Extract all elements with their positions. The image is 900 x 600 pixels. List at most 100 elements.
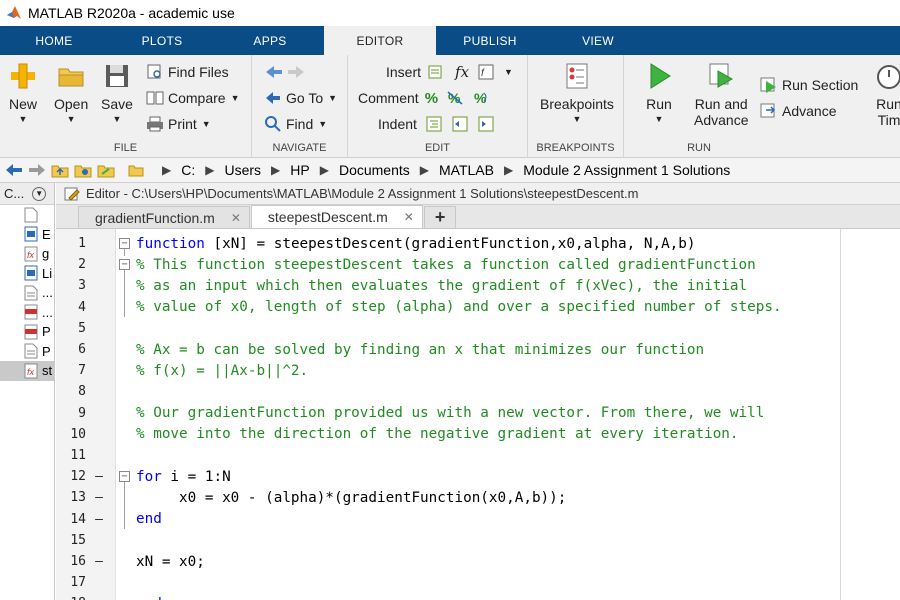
- code-line[interactable]: 1 function [xN] = steepestDescent(gradien…: [56, 233, 900, 254]
- code-line[interactable]: 13– x0 = x0 - (alpha)*(gradientFunction(…: [56, 487, 900, 508]
- list-item[interactable]: fx g: [0, 244, 54, 264]
- insert-button[interactable]: Insert fx f ▼: [386, 61, 513, 83]
- run-and-advance-button[interactable]: Run and Advance: [694, 61, 748, 128]
- list-item[interactable]: E: [0, 225, 54, 245]
- code-line[interactable]: 6 % Ax = b can be solved by finding an x …: [56, 339, 900, 360]
- keyword: for: [136, 468, 162, 485]
- breadcrumb-documents[interactable]: Documents: [339, 162, 410, 178]
- executable-line-marker[interactable]: –: [90, 490, 108, 505]
- breadcrumb-matlab[interactable]: MATLAB: [439, 162, 494, 178]
- tab-apps[interactable]: APPS: [216, 26, 324, 55]
- code-line[interactable]: 11: [56, 445, 900, 466]
- file-tab-gradientfunction[interactable]: gradientFunction.m ✕: [78, 206, 250, 228]
- code-area[interactable]: 1 function [xN] = steepestDescent(gradien…: [56, 229, 900, 600]
- breadcrumb-hp[interactable]: HP: [290, 162, 309, 178]
- executable-line-marker[interactable]: –: [90, 554, 108, 569]
- list-item[interactable]: ...: [0, 303, 54, 323]
- open-button[interactable]: Open ▼: [54, 61, 88, 124]
- line-number: 14: [70, 511, 86, 527]
- print-button[interactable]: Print ▼: [146, 113, 211, 135]
- tab-editor[interactable]: EDITOR: [324, 26, 436, 55]
- browse-search-folder-icon[interactable]: [96, 161, 116, 179]
- panel-menu-chevron-icon[interactable]: ▼: [32, 186, 47, 201]
- executable-line-marker[interactable]: –: [90, 469, 108, 484]
- code-text: xN = x0;: [136, 553, 205, 570]
- blank-file-icon: [24, 207, 38, 223]
- code-line[interactable]: 17: [56, 572, 900, 593]
- forward-arrow-icon[interactable]: [27, 161, 47, 179]
- code-text: end: [136, 596, 162, 600]
- go-to-button[interactable]: Go To ▼: [264, 87, 337, 109]
- find-files-label: Find Files: [168, 64, 229, 80]
- find-files-button[interactable]: Find Files: [146, 61, 229, 83]
- code-fold-toggle-icon[interactable]: −: [119, 471, 130, 483]
- code-fold-toggle-icon[interactable]: −: [119, 259, 130, 271]
- code-line[interactable]: 14– end: [56, 509, 900, 530]
- close-icon[interactable]: ✕: [404, 210, 414, 224]
- list-item-selected[interactable]: fx st: [0, 361, 54, 381]
- tab-publish[interactable]: PUBLISH: [436, 26, 544, 55]
- floppy-save-icon: [105, 65, 128, 87]
- list-item[interactable]: P: [0, 342, 54, 362]
- code-line[interactable]: 4 % value of x0, length of step (alpha) a…: [56, 297, 900, 318]
- code-line[interactable]: 5: [56, 318, 900, 339]
- breadcrumb-users[interactable]: Users: [224, 162, 261, 178]
- close-icon[interactable]: ✕: [231, 211, 241, 225]
- breadcrumb-c[interactable]: C:: [181, 162, 195, 178]
- line-number: 6: [78, 342, 86, 358]
- code-line[interactable]: 8: [56, 381, 900, 402]
- code-line[interactable]: 10 % move into the direction of the negat…: [56, 424, 900, 445]
- breadcrumb-separator-icon: ▶: [319, 163, 329, 177]
- run-section-button[interactable]: Run Section: [760, 74, 858, 96]
- code-line[interactable]: 15: [56, 530, 900, 551]
- insert-label: Insert: [386, 64, 422, 80]
- insert-function-icon: f: [478, 64, 494, 80]
- code-line[interactable]: 9 % Our gradientFunction provided us with…: [56, 403, 900, 424]
- tab-plots[interactable]: PLOTS: [108, 26, 216, 55]
- pdf-file-icon: [24, 324, 38, 340]
- list-item[interactable]: P: [0, 322, 54, 342]
- line-number: 4: [78, 299, 86, 315]
- code-text: x0 = x0 - (alpha)*(gradientFunction(x0,A…: [136, 489, 567, 506]
- up-folder-icon[interactable]: [50, 161, 70, 179]
- tab-home[interactable]: HOME: [0, 26, 108, 55]
- save-button[interactable]: Save ▼: [101, 61, 133, 124]
- code-rest: i = 1:N: [161, 468, 231, 485]
- comment-button[interactable]: Comment % % %: [358, 87, 494, 109]
- compare-button[interactable]: Compare ▼: [146, 87, 240, 109]
- find-button[interactable]: Find ▼: [264, 113, 327, 135]
- breadcrumb-assignment-folder[interactable]: Module 2 Assignment 1 Solutions: [523, 162, 730, 178]
- code-line[interactable]: 3 % as an input which then evaluates the …: [56, 275, 900, 296]
- back-arrow-icon[interactable]: [4, 161, 24, 179]
- code-line[interactable]: 7 % f(x) = ||Ax-b||^2.: [56, 360, 900, 381]
- code-line[interactable]: 12– for i = 1:N: [56, 466, 900, 487]
- list-item[interactable]: [0, 205, 54, 225]
- breakpoints-button[interactable]: Breakpoints ▼: [540, 61, 614, 124]
- code-line[interactable]: 16– xN = x0;: [56, 551, 900, 572]
- stopwatch-icon: [877, 65, 900, 89]
- line-number: 9: [78, 405, 86, 421]
- run-and-time-button[interactable]: Run Tim: [874, 61, 900, 128]
- run-button[interactable]: Run ▼: [644, 61, 674, 124]
- comment-percent-icon[interactable]: %: [425, 90, 438, 107]
- breadcrumb-separator-icon: ▶: [503, 163, 514, 177]
- list-item[interactable]: ...: [0, 283, 54, 303]
- fx-icon[interactable]: fx: [455, 63, 469, 81]
- back-forward-buttons[interactable]: [264, 61, 310, 83]
- edit-group: Insert fx f ▼ Comment % % % Indent EDIT: [348, 55, 528, 158]
- new-tab-button[interactable]: +: [423, 206, 457, 228]
- indent-button[interactable]: Indent: [378, 113, 499, 135]
- advance-button[interactable]: Advance: [760, 100, 836, 122]
- function-file-icon: fx: [24, 363, 38, 379]
- new-button[interactable]: New ▼: [8, 61, 38, 124]
- browse-folder-icon[interactable]: [73, 161, 93, 179]
- code-line[interactable]: 2 % This function steepestDescent takes a…: [56, 254, 900, 275]
- code-line[interactable]: 18 end: [56, 593, 900, 600]
- list-item[interactable]: Li: [0, 264, 54, 284]
- editor-ribbon: New ▼ Open ▼ Save ▼ Find Files Compare ▼…: [0, 55, 900, 158]
- file-tab-steepestdescent[interactable]: steepestDescent.m ✕: [250, 205, 423, 228]
- tab-view[interactable]: VIEW: [544, 26, 652, 55]
- list-item-label: Li: [42, 265, 53, 281]
- executable-line-marker[interactable]: –: [90, 512, 108, 527]
- code-fold-toggle-icon[interactable]: −: [119, 238, 130, 249]
